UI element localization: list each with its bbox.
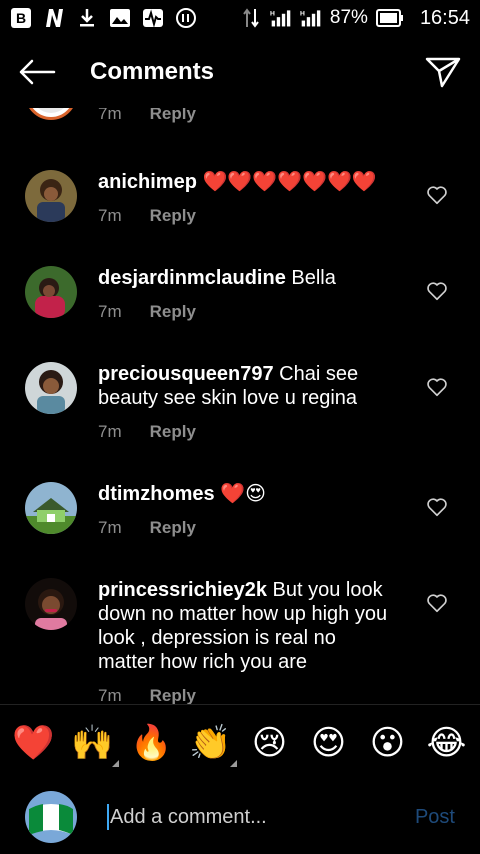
- comment-username[interactable]: dtimzhomes: [98, 483, 215, 505]
- avatar[interactable]: [25, 108, 77, 120]
- my-avatar: [25, 791, 77, 843]
- emoji-heart[interactable]: ❤️: [12, 721, 56, 765]
- back-arrow-icon: [19, 59, 56, 85]
- comment-meta: 7m Reply: [98, 422, 398, 442]
- text-caret: [107, 804, 109, 830]
- emoji-bar: ❤️ 🙌 🔥 👏 😢 😍 😮 😂: [0, 704, 480, 780]
- emoji-surprised-face[interactable]: 😮: [366, 721, 410, 765]
- comment-item: anichimep ❤️❤️❤️❤️❤️❤️❤️ 7m Reply: [0, 170, 480, 242]
- comment-item: desjardinmclaudine Bella 7m Reply: [0, 266, 480, 338]
- comment-placeholder: Add a comment...: [110, 805, 267, 828]
- signal-h-icon-2: H: [300, 7, 322, 29]
- pulse-icon: [142, 7, 164, 29]
- comment-username[interactable]: desjardinmclaudine: [98, 267, 286, 289]
- app-bar: Comments: [0, 36, 480, 108]
- like-heart-icon[interactable]: [426, 496, 448, 518]
- comment-username[interactable]: anichimep: [98, 171, 197, 193]
- avatar[interactable]: [25, 170, 77, 222]
- n-notification-icon: [43, 7, 65, 29]
- image-icon: [109, 7, 131, 29]
- avatar[interactable]: [25, 362, 77, 414]
- reply-button[interactable]: Reply: [150, 686, 196, 704]
- b-notification-icon: B: [10, 7, 32, 29]
- comment-meta: 7m Reply: [98, 518, 398, 538]
- reply-button[interactable]: Reply: [150, 206, 196, 226]
- battery-icon: [375, 7, 404, 29]
- comment-time: 7m: [98, 302, 122, 321]
- skin-tone-indicator: [111, 759, 119, 767]
- radio-icon: [175, 7, 197, 29]
- status-right: H H 87% 16:54: [240, 7, 470, 30]
- comment-item: 7m Reply: [0, 108, 480, 140]
- comment-text: Bella: [285, 267, 336, 289]
- like-heart-icon[interactable]: [426, 280, 448, 302]
- emoji-heart-eyes[interactable]: 😍: [307, 721, 351, 765]
- paper-plane-icon: [425, 57, 461, 88]
- svg-text:H: H: [300, 10, 305, 17]
- svg-text:H: H: [270, 10, 275, 17]
- comment-time: 7m: [98, 422, 122, 441]
- emoji-crying-face[interactable]: 😢: [248, 721, 292, 765]
- svg-text:B: B: [16, 10, 26, 26]
- comment-username[interactable]: princessrichiey2k: [98, 579, 267, 601]
- comment-input[interactable]: Add a comment...: [107, 802, 267, 832]
- emoji-raised-hands[interactable]: 🙌: [71, 721, 119, 767]
- data-arrows-icon: [240, 7, 262, 29]
- comment-text: ❤️😍: [214, 483, 266, 505]
- comment-time: 7m: [98, 518, 122, 537]
- back-button[interactable]: [0, 36, 74, 108]
- comment-time: 7m: [98, 686, 122, 704]
- emoji-clapping-hands[interactable]: 👏: [189, 721, 237, 767]
- like-heart-icon[interactable]: [426, 592, 448, 614]
- avatar[interactable]: [25, 266, 77, 318]
- comment-meta: 7m Reply: [98, 206, 398, 226]
- post-button[interactable]: Post: [415, 806, 455, 829]
- comment-meta: 7m Reply: [98, 108, 398, 124]
- comment-item: preciousqueen797 Chai see beauty see ski…: [0, 362, 480, 458]
- comment-time: 7m: [98, 206, 122, 225]
- emoji-laughing-face[interactable]: 😂: [425, 721, 469, 765]
- comment-time: 7m: [98, 108, 122, 123]
- comment-meta: 7m Reply: [98, 302, 398, 322]
- like-heart-icon[interactable]: [426, 184, 448, 206]
- reply-button[interactable]: Reply: [150, 422, 196, 442]
- comment-username[interactable]: preciousqueen797: [98, 363, 274, 385]
- comment-item: dtimzhomes ❤️😍 7m Reply: [0, 482, 480, 554]
- avatar[interactable]: [25, 482, 77, 534]
- skin-tone-indicator: [229, 759, 237, 767]
- clock: 16:54: [419, 6, 470, 29]
- comment-meta: 7m Reply: [98, 686, 398, 704]
- comment-item: princessrichiey2k But you look down no m…: [0, 578, 480, 704]
- battery-percent: 87%: [329, 7, 368, 28]
- share-button[interactable]: [406, 36, 480, 108]
- reply-button[interactable]: Reply: [150, 518, 196, 538]
- avatar[interactable]: [25, 578, 77, 630]
- page-title: Comments: [90, 58, 215, 85]
- status-bar: B H H 87% 16:54: [0, 0, 480, 36]
- comment-composer: Add a comment... Post: [0, 780, 480, 854]
- like-heart-icon[interactable]: [426, 376, 448, 398]
- emoji-fire[interactable]: 🔥: [130, 721, 174, 765]
- comments-list[interactable]: 7m Reply anichimep ❤️❤️❤️❤️❤️❤️❤️ 7m Rep…: [0, 108, 480, 704]
- signal-h-icon: H: [270, 7, 292, 29]
- reply-button[interactable]: Reply: [150, 302, 196, 322]
- comment-text: ❤️❤️❤️❤️❤️❤️❤️: [196, 171, 377, 193]
- download-icon: [76, 7, 98, 29]
- reply-button[interactable]: Reply: [150, 108, 196, 124]
- status-left-icons: B: [10, 7, 197, 29]
